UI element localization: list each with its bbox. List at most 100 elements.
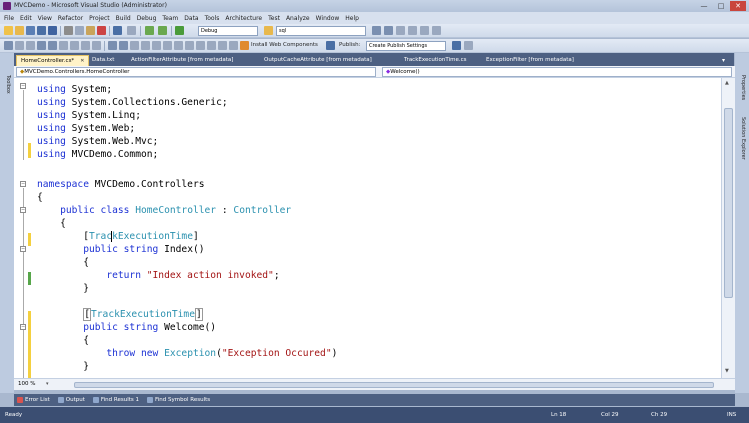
error-list-tab[interactable]: Error List bbox=[17, 397, 50, 403]
close-tab-icon[interactable]: ✕ bbox=[80, 58, 84, 64]
output-tab[interactable]: Output bbox=[57, 397, 85, 403]
undo-icon[interactable] bbox=[113, 26, 122, 35]
table-icon[interactable] bbox=[141, 41, 150, 50]
collapse-icon[interactable]: − bbox=[20, 324, 26, 330]
bookmark-icon[interactable] bbox=[59, 41, 68, 50]
cut-icon[interactable] bbox=[64, 26, 73, 35]
publish-icon[interactable] bbox=[326, 41, 335, 50]
toolbox-tab[interactable]: Toolbox bbox=[5, 75, 11, 94]
delete-icon[interactable] bbox=[97, 26, 106, 35]
tab-list-dropdown-icon[interactable]: ▾ bbox=[722, 57, 725, 64]
vertical-scroll-thumb[interactable] bbox=[724, 108, 733, 298]
publish-settings-dropdown[interactable]: Create Publish Settings bbox=[366, 41, 446, 51]
zoom-level[interactable]: 100 % bbox=[18, 381, 35, 387]
keyword: using bbox=[37, 84, 66, 95]
find-results-tab[interactable]: Find Results 1 bbox=[92, 397, 139, 403]
menu-refactor[interactable]: Refactor bbox=[58, 15, 83, 22]
vertical-scrollbar[interactable]: ▲ ▼ bbox=[721, 78, 735, 378]
solution-explorer-icon[interactable] bbox=[384, 26, 393, 35]
menu-view[interactable]: View bbox=[38, 15, 52, 22]
menu-test[interactable]: Test bbox=[268, 15, 280, 22]
clear-bookmarks-icon[interactable] bbox=[92, 41, 101, 50]
tab-homecontroller[interactable]: HomeController.cs* ✕ bbox=[16, 55, 90, 66]
find-combo[interactable]: sql bbox=[276, 26, 366, 36]
menu-tools[interactable]: Tools bbox=[205, 15, 220, 22]
validate-icon[interactable] bbox=[196, 41, 205, 50]
view-in-browser-icon[interactable] bbox=[207, 41, 216, 50]
menu-window[interactable]: Window bbox=[316, 15, 340, 22]
save-all-icon[interactable] bbox=[48, 26, 57, 35]
redo-icon[interactable] bbox=[127, 26, 136, 35]
find-in-files-icon[interactable] bbox=[372, 26, 381, 35]
collapse-icon[interactable]: − bbox=[20, 246, 26, 252]
solution-explorer-tab[interactable]: Solution Explorer bbox=[740, 117, 746, 160]
format-icon[interactable] bbox=[108, 41, 117, 50]
save-icon[interactable] bbox=[37, 26, 46, 35]
scroll-down-icon[interactable]: ▼ bbox=[725, 368, 729, 374]
stop-icon[interactable] bbox=[229, 41, 238, 50]
collapse-icon[interactable]: − bbox=[20, 181, 26, 187]
previous-bookmark-icon[interactable] bbox=[70, 41, 79, 50]
style-icon[interactable] bbox=[174, 41, 183, 50]
horizontal-scrollbar[interactable]: 100 % ▾ bbox=[14, 378, 735, 390]
start-page-icon[interactable] bbox=[432, 26, 441, 35]
properties-icon[interactable] bbox=[396, 26, 405, 35]
properties-tab[interactable]: Properties bbox=[740, 75, 746, 100]
menu-project[interactable]: Project bbox=[89, 15, 110, 22]
menu-build[interactable]: Build bbox=[116, 15, 131, 22]
zoom-dropdown-icon[interactable]: ▾ bbox=[46, 381, 49, 387]
menu-help[interactable]: Help bbox=[345, 15, 359, 22]
image-icon[interactable] bbox=[163, 41, 172, 50]
tab-exceptionfilter[interactable]: ExceptionFilter [from metadata] bbox=[482, 55, 578, 66]
next-bookmark-icon[interactable] bbox=[81, 41, 90, 50]
install-web-components-button[interactable]: Install Web Components bbox=[251, 42, 318, 48]
start-debugging-icon[interactable] bbox=[175, 26, 184, 35]
comment-icon[interactable] bbox=[15, 41, 24, 50]
horizontal-scroll-thumb[interactable] bbox=[74, 382, 714, 388]
collapse-icon[interactable]: − bbox=[20, 207, 26, 213]
publish-web-icon[interactable] bbox=[452, 41, 461, 50]
code-editor[interactable]: − − − − − using System; using System.Col… bbox=[14, 78, 721, 378]
menu-architecture[interactable]: Architecture bbox=[225, 15, 262, 22]
menu-data[interactable]: Data bbox=[184, 15, 198, 22]
find-symbol-results-tab[interactable]: Find Symbol Results bbox=[147, 397, 210, 403]
object-browser-icon[interactable] bbox=[408, 26, 417, 35]
toolbar-overflow-icon[interactable] bbox=[464, 41, 473, 50]
menu-analyze[interactable]: Analyze bbox=[286, 15, 310, 22]
menu-team[interactable]: Team bbox=[162, 15, 178, 22]
collapse-icon[interactable]: − bbox=[20, 83, 26, 89]
close-button[interactable]: ✕ bbox=[730, 1, 746, 11]
list-icon[interactable] bbox=[130, 41, 139, 50]
add-item-icon[interactable] bbox=[26, 26, 35, 35]
maximize-button[interactable]: □ bbox=[713, 1, 729, 11]
tab-actionfilterattribute[interactable]: ActionFilterAttribute [from metadata] bbox=[127, 55, 237, 66]
new-project-icon[interactable] bbox=[4, 26, 13, 35]
toolbox-icon[interactable] bbox=[420, 26, 429, 35]
menu-debug[interactable]: Debug bbox=[137, 15, 157, 22]
refresh-icon[interactable] bbox=[218, 41, 227, 50]
tab-data-txt[interactable]: Data.txt bbox=[88, 55, 118, 66]
uncomment-icon[interactable] bbox=[26, 41, 35, 50]
menu-edit[interactable]: Edit bbox=[20, 15, 32, 22]
link-icon[interactable] bbox=[152, 41, 161, 50]
minimize-button[interactable]: — bbox=[696, 1, 712, 11]
indent-icon[interactable] bbox=[48, 41, 57, 50]
open-file-icon[interactable] bbox=[15, 26, 24, 35]
scroll-up-icon[interactable]: ▲ bbox=[725, 80, 729, 86]
outdent-icon[interactable] bbox=[37, 41, 46, 50]
align-icon[interactable] bbox=[119, 41, 128, 50]
toolbar-options-icon[interactable] bbox=[4, 41, 13, 50]
navigate-backward-icon[interactable] bbox=[145, 26, 154, 35]
solution-configuration-dropdown[interactable]: Debug bbox=[198, 26, 258, 36]
tab-outputcacheattribute[interactable]: OutputCacheAttribute [from metadata] bbox=[260, 55, 376, 66]
install-web-components-icon[interactable] bbox=[240, 41, 249, 50]
menu-file[interactable]: File bbox=[4, 15, 14, 22]
copy-icon[interactable] bbox=[75, 26, 84, 35]
check-accessibility-icon[interactable] bbox=[185, 41, 194, 50]
member-dropdown[interactable]: ◆Welcome() bbox=[382, 67, 732, 77]
type-dropdown[interactable]: ◆MVCDemo.Controllers.HomeController bbox=[16, 67, 376, 77]
paste-icon[interactable] bbox=[86, 26, 95, 35]
tab-trackexecutiontime[interactable]: TrackExecutionTime.cs bbox=[400, 55, 470, 66]
find-icon[interactable] bbox=[264, 26, 273, 35]
navigate-forward-icon[interactable] bbox=[158, 26, 167, 35]
